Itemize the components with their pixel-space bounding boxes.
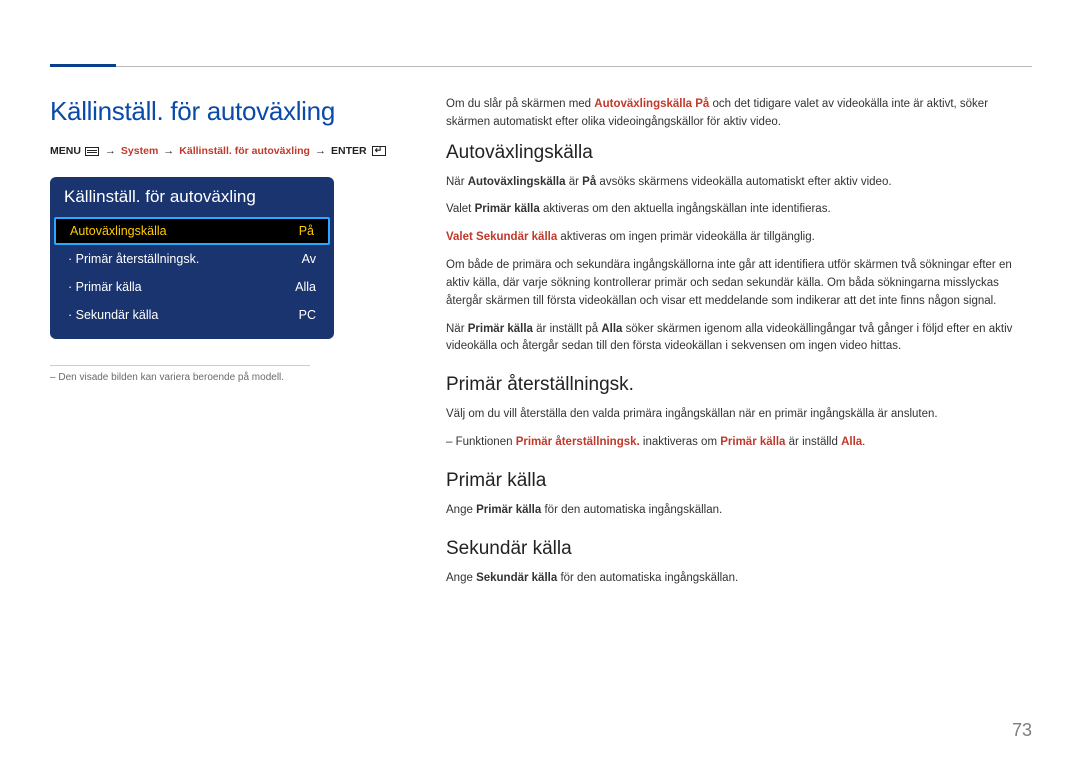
panel-row-primar-kalla[interactable]: Primär källa Alla bbox=[50, 273, 334, 301]
intro-paragraph: Om du slår på skärmen med Autoväxlingskä… bbox=[446, 96, 1032, 132]
panel-title: Källinställ. för autoväxling bbox=[50, 177, 334, 217]
paragraph: Valet Sekundär källa aktiveras om ingen … bbox=[446, 229, 1032, 247]
paragraph: Ange Primär källa för den automatiska in… bbox=[446, 502, 1032, 520]
footnote: Den visade bilden kan variera beroende p… bbox=[50, 372, 410, 383]
breadcrumb: MENU → System → Källinställ. för autoväx… bbox=[50, 145, 410, 157]
page-number: 73 bbox=[1012, 720, 1032, 741]
paragraph: När Autoväxlingskälla är På avsöks skärm… bbox=[446, 174, 1032, 192]
panel-row-value: Alla bbox=[295, 280, 316, 294]
settings-panel: Källinställ. för autoväxling Autoväxling… bbox=[50, 177, 334, 339]
panel-row-label: Sekundär källa bbox=[68, 308, 158, 322]
panel-row-primar-aterstallning[interactable]: Primär återställningsk. Av bbox=[50, 245, 334, 273]
menu-icon bbox=[85, 147, 99, 156]
note: Funktionen Primär återställningsk. inakt… bbox=[446, 434, 1032, 452]
panel-row-autovaxlingskalla[interactable]: Autoväxlingskälla På bbox=[54, 217, 330, 245]
breadcrumb-system: System bbox=[121, 145, 158, 157]
breadcrumb-enter-label: ENTER bbox=[331, 145, 367, 157]
divider bbox=[50, 365, 310, 366]
panel-row-value: På bbox=[299, 224, 314, 238]
header-accent bbox=[50, 64, 116, 67]
arrow-icon: → bbox=[163, 145, 174, 157]
arrow-icon: → bbox=[105, 145, 116, 157]
paragraph: Valet Primär källa aktiveras om den aktu… bbox=[446, 201, 1032, 219]
panel-row-sekundar-kalla[interactable]: Sekundär källa PC bbox=[50, 301, 334, 329]
paragraph: Välj om du vill återställa den valda pri… bbox=[446, 406, 1032, 424]
panel-row-label: Primär återställningsk. bbox=[68, 252, 199, 266]
heading-primar-kalla: Primär källa bbox=[446, 470, 1032, 492]
paragraph: Ange Sekundär källa för den automatiska … bbox=[446, 570, 1032, 588]
paragraph: Om både de primära och sekundära ingångs… bbox=[446, 257, 1032, 310]
panel-row-value: Av bbox=[302, 252, 316, 266]
breadcrumb-setting: Källinställ. för autoväxling bbox=[179, 145, 310, 157]
heading-sekundar-kalla: Sekundär källa bbox=[446, 538, 1032, 560]
arrow-icon: → bbox=[315, 145, 326, 157]
page-title: Källinställ. för autoväxling bbox=[50, 96, 410, 127]
panel-row-value: PC bbox=[299, 308, 316, 322]
panel-row-label: Autoväxlingskälla bbox=[70, 224, 167, 238]
paragraph: När Primär källa är inställt på Alla sök… bbox=[446, 321, 1032, 357]
panel-row-label: Primär källa bbox=[68, 280, 142, 294]
breadcrumb-menu-label: MENU bbox=[50, 145, 81, 157]
heading-autovaxlingskalla: Autoväxlingskälla bbox=[446, 142, 1032, 164]
heading-primar-aterstallning: Primär återställningsk. bbox=[446, 374, 1032, 396]
enter-icon bbox=[372, 146, 386, 156]
